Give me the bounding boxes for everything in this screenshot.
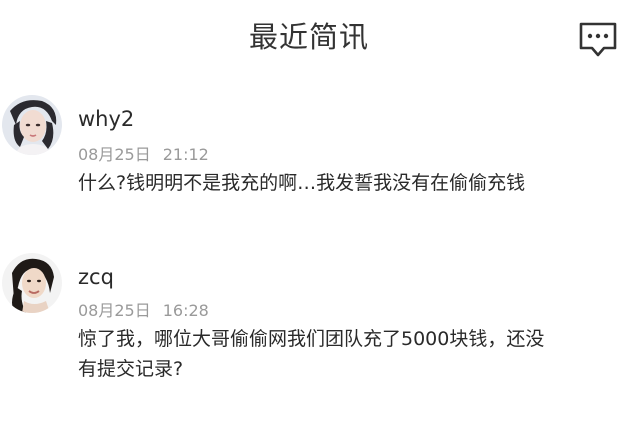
message-text-line: 有提交记录?	[78, 358, 184, 380]
message-time: 16:28	[162, 301, 209, 320]
message-time: 21:12	[162, 145, 209, 164]
message-dots-icon[interactable]	[578, 22, 618, 60]
message-text: 惊了我，哪位大哥偷偷网我们团队充了5000块钱，还没 有提交记录?	[78, 324, 578, 384]
message-date: 08月25日	[78, 145, 151, 164]
message-timestamp: 08月25日 21:12	[78, 141, 209, 165]
header-bar: 最近简讯	[0, 0, 618, 70]
user-avatar-zcq[interactable]	[2, 253, 62, 313]
message-text-line: 惊了我，哪位大哥偷偷网我们团队充了5000块钱，还没	[78, 328, 545, 350]
user-avatar-why2[interactable]	[2, 95, 62, 155]
message-text: 什么?钱明明不是我充的啊…我发誓我没有在偷偷充钱	[78, 172, 526, 194]
message-date: 08月25日	[78, 301, 151, 320]
page-title: 最近简讯	[248, 20, 369, 54]
username[interactable]: zcq	[78, 265, 114, 289]
username[interactable]: why2	[78, 107, 134, 131]
message-timestamp: 08月25日 16:28	[78, 297, 209, 321]
